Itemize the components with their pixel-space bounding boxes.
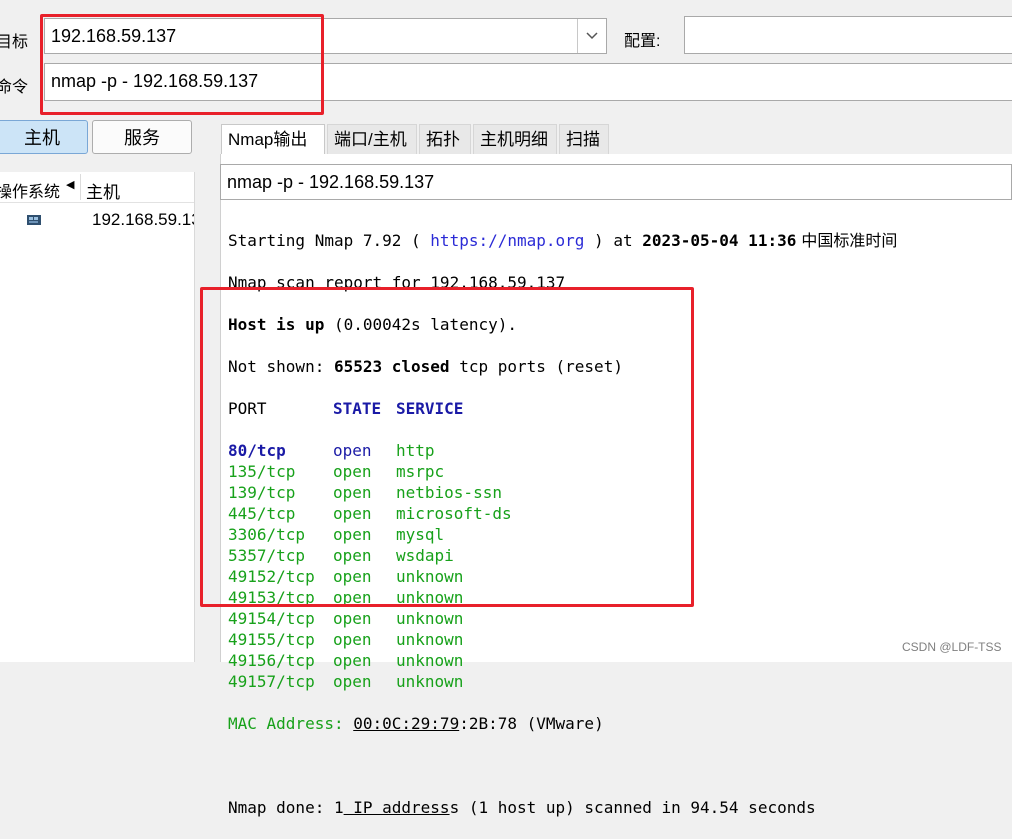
profile-combobox[interactable]: [684, 16, 1012, 54]
host-row[interactable]: 192.168.59.137: [0, 206, 194, 236]
highlight-box-ports: [200, 287, 694, 607]
highlight-box-command: [40, 14, 324, 115]
state-cell: open: [333, 630, 372, 649]
windows-os-icon: [27, 215, 41, 225]
chevron-down-icon: [586, 32, 598, 40]
service-cell: unknown: [396, 672, 464, 691]
services-toggle-button[interactable]: 服务: [92, 120, 192, 154]
port-cell: 49155/tcp: [228, 630, 315, 649]
watermark: CSDN @LDF-TSS: [902, 640, 1002, 654]
port-cell: 49154/tcp: [228, 609, 315, 628]
command-label: 命令:: [0, 79, 28, 96]
caret-left-icon: ◀: [66, 179, 75, 191]
output-line-mac: MAC Address: 00:0C:29:79:2B:78 (VMware): [228, 714, 604, 733]
host-list: 操作系统 ◀ 主机 192.168.59.137: [0, 172, 195, 662]
port-row: 49155/tcp open unknown: [228, 629, 897, 650]
target-label: 目标:: [0, 34, 28, 51]
service-cell: unknown: [396, 609, 464, 628]
column-divider: [80, 174, 81, 200]
port-row: 49156/tcp open unknown: [228, 650, 897, 671]
tab-scans[interactable]: 扫描: [559, 124, 609, 154]
hosts-toggle-button[interactable]: 主机: [0, 120, 88, 154]
host-row-address: 192.168.59.137: [92, 210, 194, 229]
profile-label: 配置:: [624, 33, 661, 50]
port-row: 49154/tcp open unknown: [228, 608, 897, 629]
host-list-header: 操作系统 ◀ 主机: [0, 172, 194, 203]
state-cell: open: [333, 651, 372, 670]
nmap-link[interactable]: https://nmap.org: [430, 231, 584, 250]
column-os[interactable]: 操作系统: [0, 178, 60, 202]
state-cell: open: [333, 672, 372, 691]
tab-nmap-output[interactable]: Nmap输出: [221, 124, 325, 154]
column-host[interactable]: 主机: [86, 178, 120, 203]
port-cell: 49157/tcp: [228, 672, 315, 691]
tab-topology[interactable]: 拓扑: [419, 124, 471, 154]
output-command-selector[interactable]: nmap -p - 192.168.59.137: [220, 164, 1012, 200]
port-cell: 49156/tcp: [228, 651, 315, 670]
state-cell: open: [333, 609, 372, 628]
service-cell: unknown: [396, 651, 464, 670]
tab-host-details[interactable]: 主机明细: [473, 124, 557, 154]
output-line-done: Nmap done: 1 IP addresss (1 host up) sca…: [228, 798, 816, 817]
port-row: 49157/tcp open unknown: [228, 671, 897, 692]
output-line-start: Starting Nmap 7.92 ( https://nmap.org ) …: [228, 231, 898, 250]
target-dropdown-button[interactable]: [577, 19, 606, 53]
tab-ports-hosts[interactable]: 端口/主机: [327, 124, 417, 154]
service-cell: unknown: [396, 630, 464, 649]
